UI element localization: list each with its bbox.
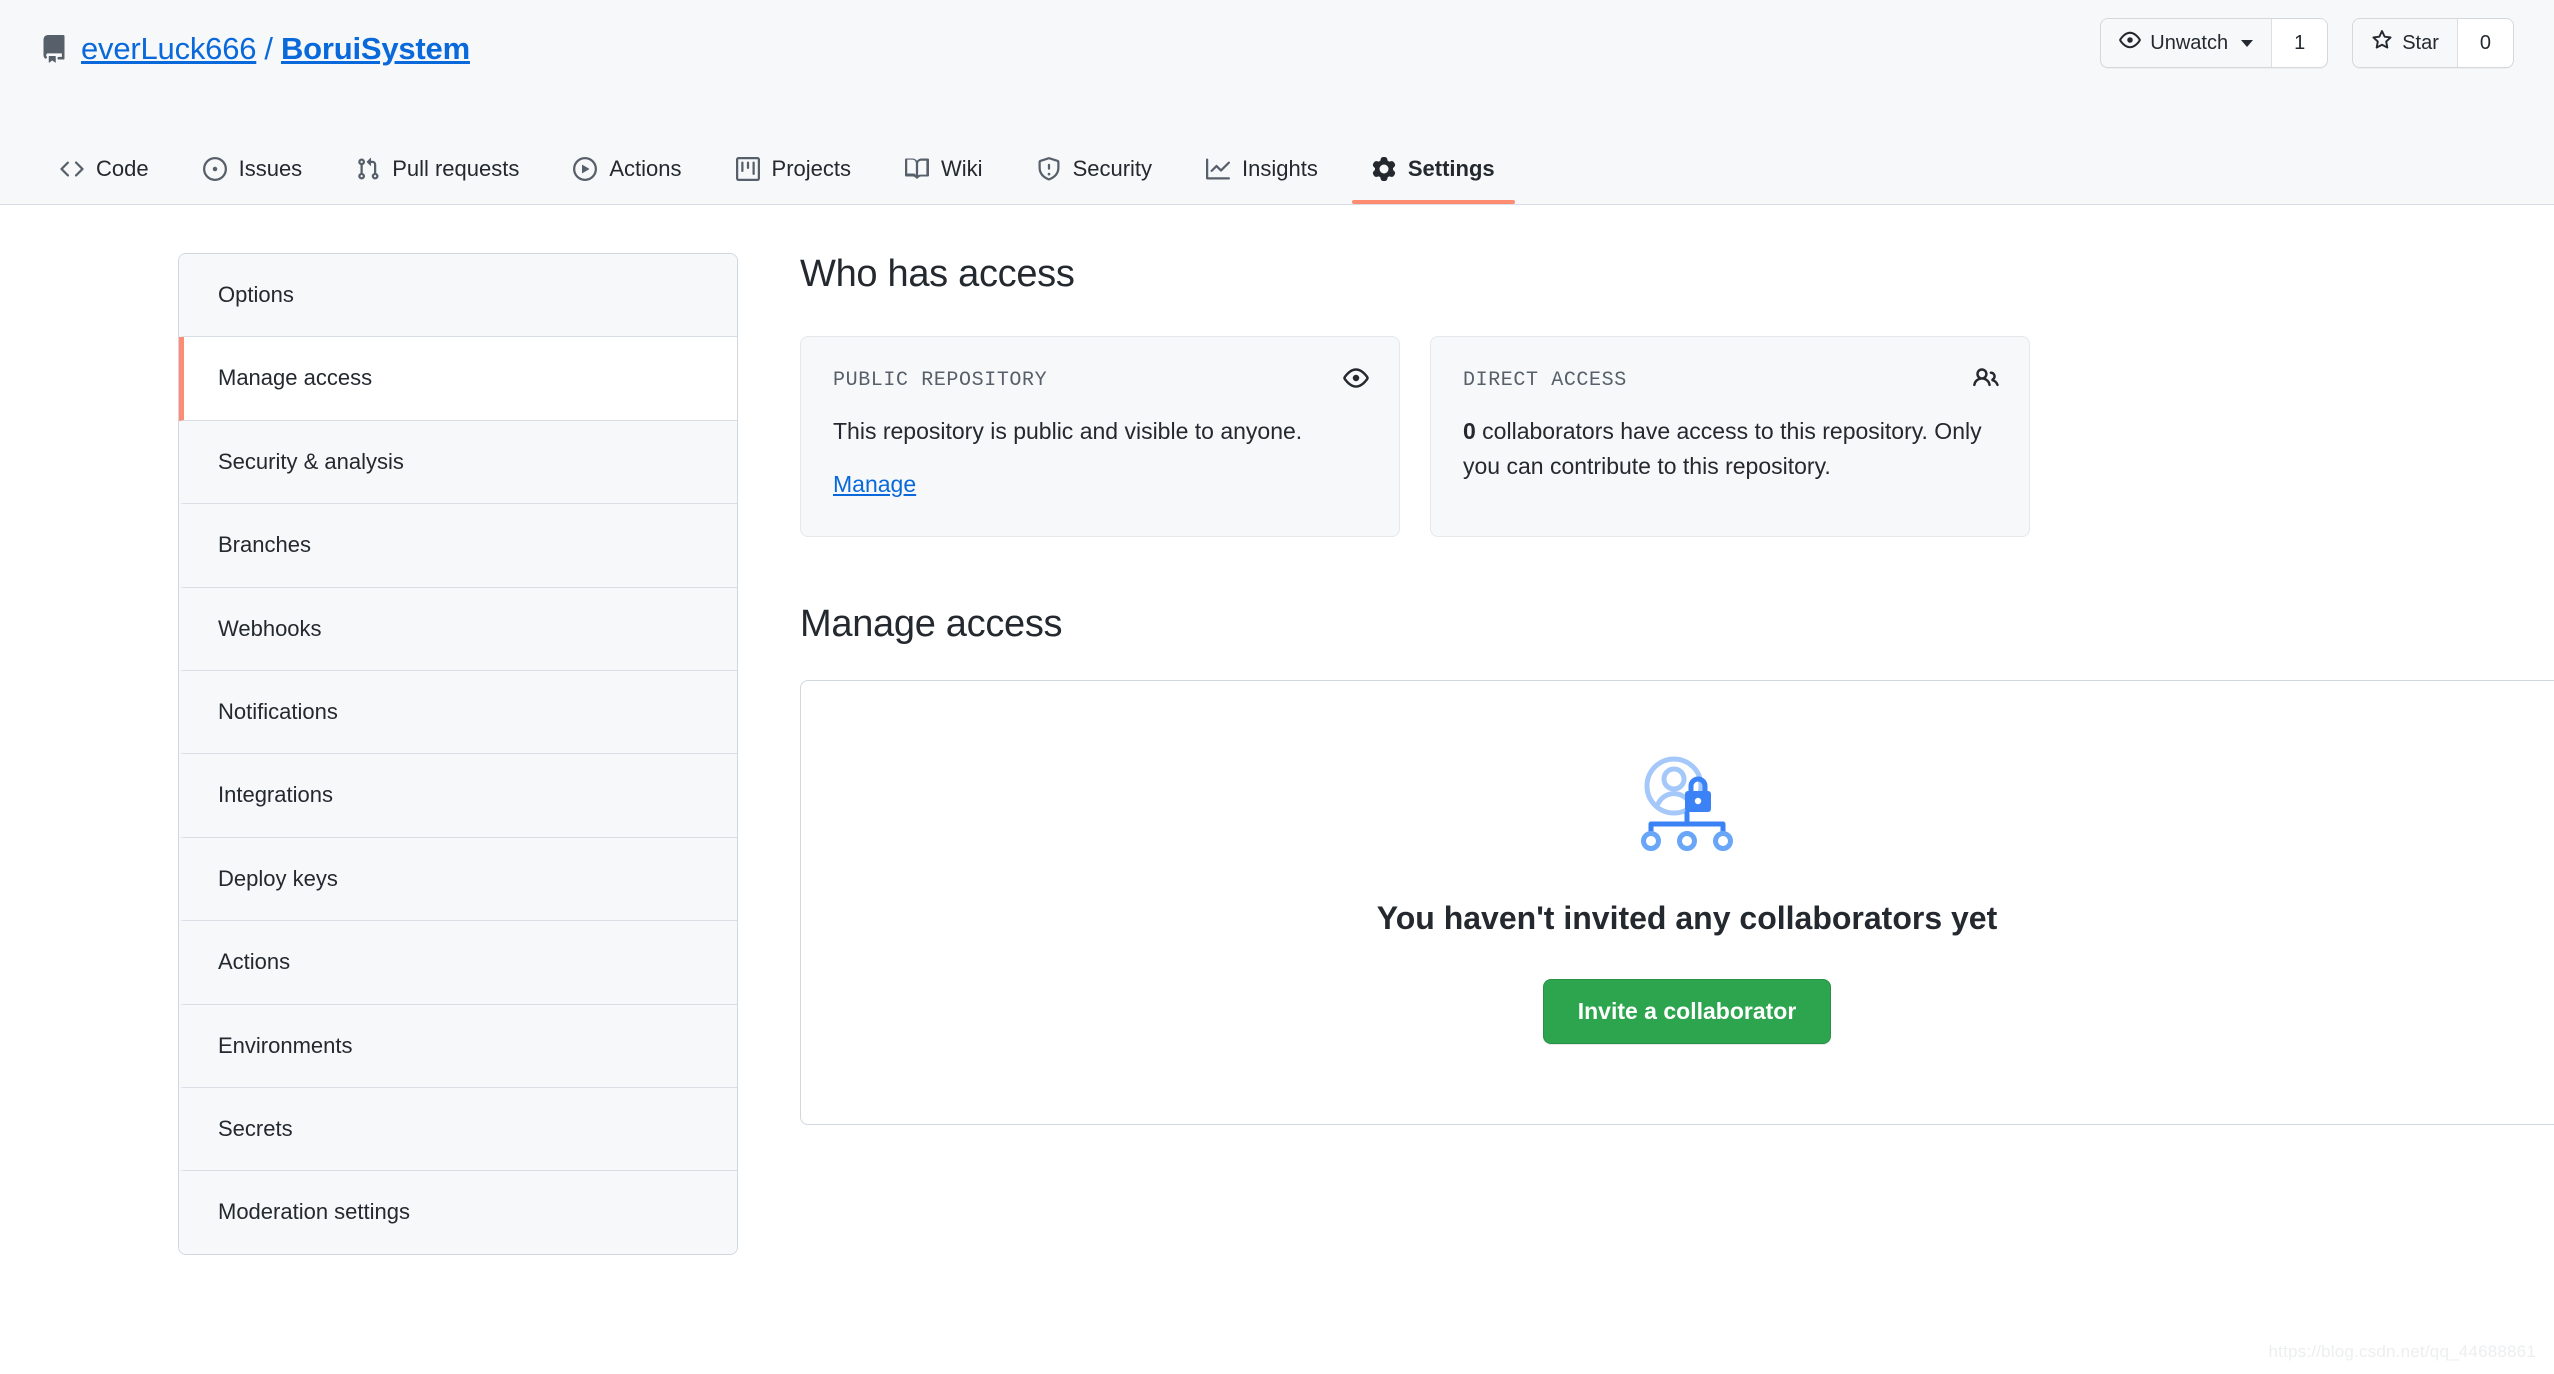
star-count[interactable]: 0 — [2456, 19, 2513, 67]
sidebar-item-environments[interactable]: Environments — [179, 1004, 737, 1088]
collaborator-count: 0 — [1463, 418, 1476, 444]
graph-icon — [1206, 157, 1231, 181]
sidebar-item-secrets[interactable]: Secrets — [179, 1087, 737, 1172]
invite-a-collaborator-button[interactable]: Invite a collaborator — [1542, 978, 1832, 1044]
sidebar-item-options[interactable]: Options — [179, 254, 737, 338]
manage-access-title: Manage access — [800, 602, 1063, 645]
direct-access-label: DIRECT ACCESS — [1463, 369, 1627, 392]
tab-actions[interactable]: Actions — [553, 156, 701, 204]
public-repository-card: PUBLIC REPOSITORY This repository is pub… — [800, 336, 1400, 537]
settings-sidebar: Options Manage access Security & analysi… — [178, 253, 738, 1255]
public-repository-text: This repository is public and visible to… — [833, 418, 1303, 444]
tab-code-label: Code — [96, 156, 149, 181]
star-button-group[interactable]: Star 0 — [2352, 18, 2514, 68]
repo-book-icon — [40, 34, 68, 63]
repo-nav: Code Issues Pull requests Actions Projec… — [40, 109, 2514, 204]
repo-header: everLuck666 / BoruiSystem Unwatch 1 Star… — [0, 0, 2554, 205]
main-content: Who has access PUBLIC REPOSITORY This re… — [800, 253, 2554, 1255]
collaborators-empty-panel: You haven't invited any collaborators ye… — [800, 679, 2554, 1125]
tab-code[interactable]: Code — [40, 156, 169, 204]
person-lock-org-chart-illustration — [1629, 756, 1745, 857]
sidebar-item-actions[interactable]: Actions — [179, 921, 737, 1005]
sidebar-item-notifications[interactable]: Notifications — [179, 670, 737, 755]
git-pull-request-icon — [356, 157, 380, 181]
tab-security[interactable]: Security — [1017, 156, 1172, 204]
tab-actions-label: Actions — [609, 156, 682, 181]
chevron-down-icon — [2241, 39, 2254, 47]
watch-count[interactable]: 1 — [2271, 19, 2328, 67]
sidebar-item-label: Manage access — [218, 365, 373, 391]
collaborator-text: collaborators have access to this reposi… — [1463, 418, 1982, 479]
gear-icon — [1372, 157, 1396, 181]
sidebar-item-label: Integrations — [218, 782, 333, 808]
shield-icon — [1037, 157, 1061, 181]
unwatch-button[interactable]: Unwatch — [2101, 19, 2272, 67]
direct-access-text: 0 collaborators have access to this repo… — [1463, 414, 1997, 484]
eye-icon — [2119, 29, 2142, 57]
tab-insights-label: Insights — [1242, 156, 1318, 181]
tab-issues[interactable]: Issues — [183, 156, 323, 204]
star-label: Star — [2402, 31, 2439, 54]
tab-insights[interactable]: Insights — [1186, 156, 1338, 204]
watch-button-group[interactable]: Unwatch 1 — [2100, 18, 2329, 68]
manage-visibility-link[interactable]: Manage — [833, 471, 916, 498]
tab-projects-label: Projects — [771, 156, 852, 181]
eye-icon — [1343, 365, 1369, 391]
who-has-access-title: Who has access — [800, 253, 1075, 295]
sidebar-item-deploy-keys[interactable]: Deploy keys — [179, 837, 737, 922]
repo-name-link[interactable]: BoruiSystem — [281, 31, 470, 67]
sidebar-item-moderation-settings[interactable]: Moderation settings — [179, 1171, 737, 1254]
manage-access-section: Manage access You haven't invited any co… — [800, 603, 2554, 1125]
sidebar-item-label: Security & analysis — [218, 448, 404, 474]
issue-opened-icon — [202, 157, 227, 181]
project-board-icon — [735, 157, 760, 181]
star-icon — [2371, 29, 2393, 57]
people-icon — [1973, 365, 1999, 391]
settings-page: Options Manage access Security & analysi… — [0, 205, 2554, 1255]
repo-actions: Unwatch 1 Star 0 — [2100, 18, 2514, 68]
sidebar-item-security-analysis[interactable]: Security & analysis — [179, 420, 737, 505]
tab-wiki[interactable]: Wiki — [885, 156, 1003, 204]
sidebar-item-label: Environments — [218, 1032, 353, 1058]
tab-wiki-label: Wiki — [941, 156, 983, 181]
sidebar-item-label: Moderation settings — [218, 1199, 410, 1225]
sidebar-item-label: Options — [218, 282, 294, 307]
repo-separator: / — [264, 30, 273, 66]
tab-projects[interactable]: Projects — [716, 156, 871, 204]
play-circle-icon — [573, 157, 598, 181]
unwatch-label: Unwatch — [2150, 31, 2229, 54]
sidebar-item-branches[interactable]: Branches — [179, 504, 737, 588]
direct-access-card: DIRECT ACCESS 0 collaborators have acces… — [1430, 336, 2030, 537]
book-icon — [905, 157, 930, 181]
repo-owner-link[interactable]: everLuck666 — [81, 31, 257, 67]
sidebar-item-label: Actions — [218, 949, 291, 975]
tab-settings[interactable]: Settings — [1351, 156, 1515, 204]
sidebar-item-label: Webhooks — [218, 615, 322, 641]
sidebar-item-label: Deploy keys — [218, 865, 338, 891]
code-icon — [60, 157, 84, 181]
public-repository-label: PUBLIC REPOSITORY — [833, 369, 1048, 392]
tab-issues-label: Issues — [238, 156, 303, 181]
access-cards: PUBLIC REPOSITORY This repository is pub… — [800, 336, 2554, 537]
sidebar-item-label: Notifications — [218, 698, 338, 724]
tab-settings-label: Settings — [1407, 156, 1495, 181]
tab-security-label: Security — [1072, 156, 1153, 181]
sidebar-item-integrations[interactable]: Integrations — [179, 754, 737, 838]
star-button[interactable]: Star — [2353, 19, 2457, 67]
tab-pull-requests[interactable]: Pull requests — [336, 156, 539, 204]
sidebar-item-label: Branches — [218, 532, 311, 558]
empty-state-heading: You haven't invited any collaborators ye… — [1376, 899, 1998, 936]
sidebar-item-webhooks[interactable]: Webhooks — [179, 587, 737, 671]
tab-pull-requests-label: Pull requests — [392, 156, 520, 181]
sidebar-item-label: Secrets — [218, 1115, 293, 1141]
sidebar-item-manage-access[interactable]: Manage access — [179, 337, 737, 421]
watermark: https://blog.csdn.net/qq_44688861 — [2268, 1342, 2536, 1361]
